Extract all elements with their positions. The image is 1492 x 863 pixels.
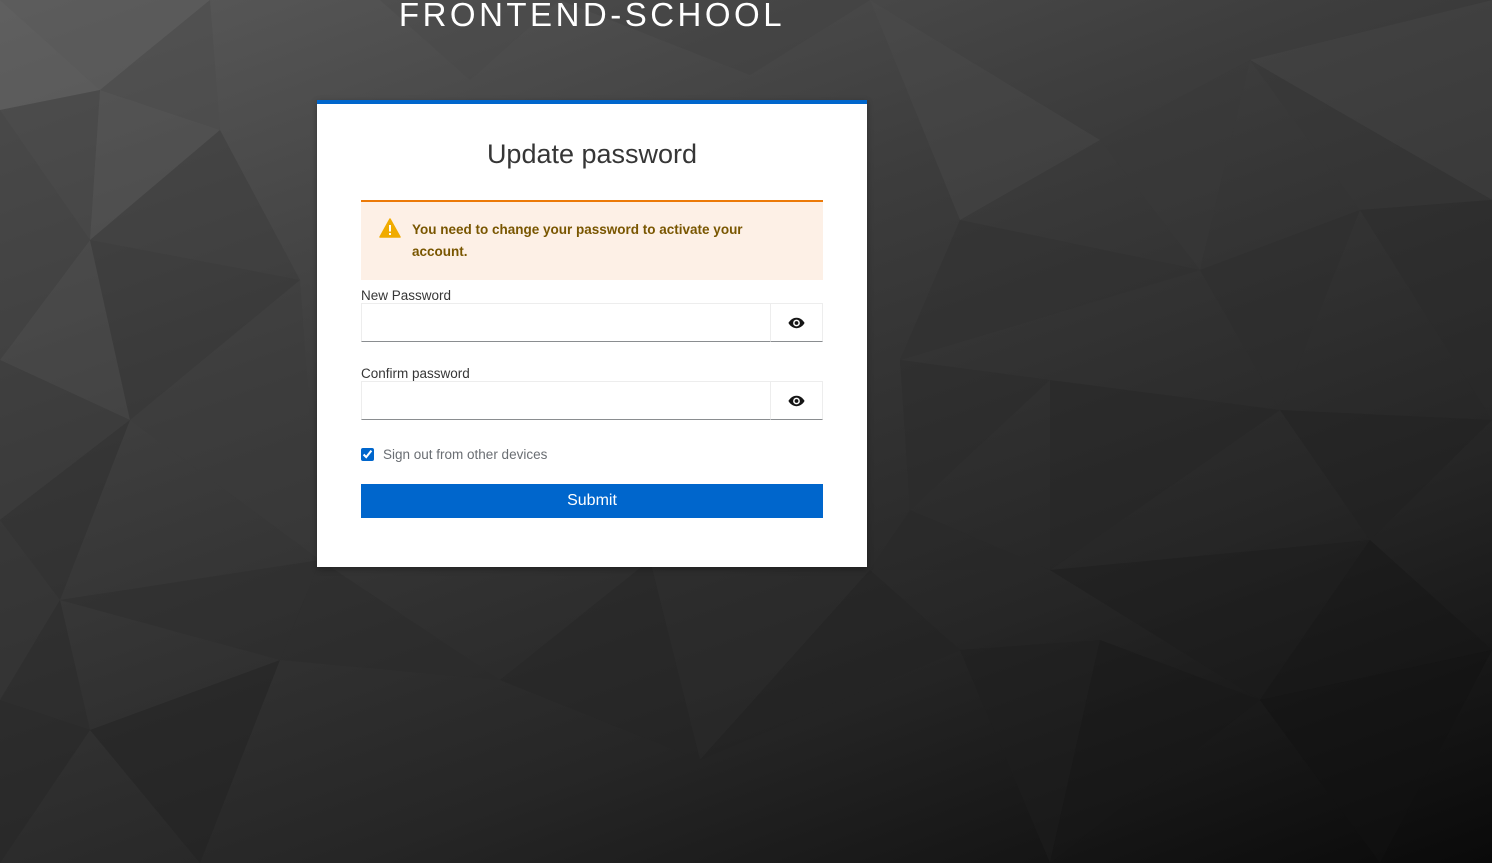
show-confirm-password-button[interactable]	[770, 381, 823, 420]
page-title: Update password	[486, 139, 698, 169]
warning-alert: You need to change your password to acti…	[361, 200, 823, 280]
alert-message: You need to change your password to acti…	[412, 222, 743, 259]
confirm-password-group	[361, 381, 823, 420]
update-password-card: Update password You need to change your …	[317, 100, 867, 567]
new-password-group	[361, 303, 823, 342]
show-new-password-button[interactable]	[770, 303, 823, 342]
login-page: { "realm": { "title": "FRONTEND-SCHOOL" …	[0, 0, 1492, 863]
logout-sessions-row: Sign out from other devices	[361, 445, 547, 463]
confirm-password-input[interactable]	[361, 381, 771, 420]
submit-button[interactable]: Submit	[361, 484, 823, 518]
realm-title: FRONTEND-SCHOOL	[398, 0, 786, 33]
logout-sessions-checkbox[interactable]	[361, 447, 374, 461]
warning-icon	[379, 218, 401, 238]
eye-icon	[788, 395, 805, 406]
logout-sessions-label[interactable]: Sign out from other devices	[383, 447, 547, 462]
eye-icon	[788, 317, 805, 328]
new-password-input[interactable]	[361, 303, 771, 342]
